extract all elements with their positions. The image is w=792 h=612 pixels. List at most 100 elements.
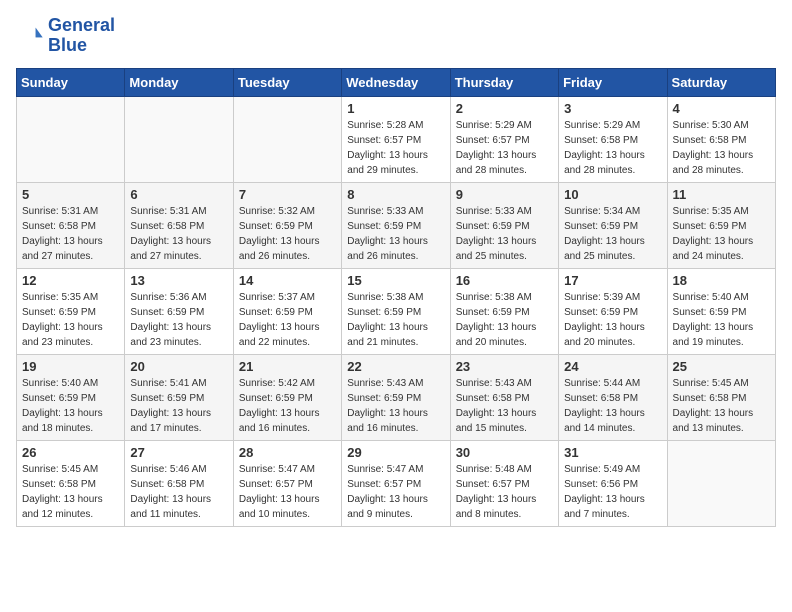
day-info: Sunrise: 5:46 AMSunset: 6:58 PMDaylight:… [130, 462, 227, 522]
day-info: Sunrise: 5:45 AMSunset: 6:58 PMDaylight:… [673, 376, 770, 436]
calendar-cell: 26Sunrise: 5:45 AMSunset: 6:58 PMDayligh… [17, 440, 125, 526]
day-info: Sunrise: 5:40 AMSunset: 6:59 PMDaylight:… [673, 290, 770, 350]
calendar-cell: 19 Sunrise: 5:40 AMSunset: 6:59 PMDayligh… [17, 354, 125, 440]
calendar-cell: 22 Sunrise: 5:43 AMSunset: 6:59 PMDayligh… [342, 354, 450, 440]
day-number: 17 [564, 273, 661, 288]
calendar-cell [17, 96, 125, 182]
calendar-cell [667, 440, 775, 526]
week-row-2: 5 Sunrise: 5:31 AMSunset: 6:58 PMDaylight… [17, 182, 776, 268]
logo: General Blue [16, 16, 115, 56]
calendar-cell: 1 Sunrise: 5:28 AMSunset: 6:57 PMDaylight… [342, 96, 450, 182]
calendar-cell: 7 Sunrise: 5:32 AMSunset: 6:59 PMDaylight… [233, 182, 341, 268]
day-number: 10 [564, 187, 661, 202]
week-row-3: 12 Sunrise: 5:35 AMSunset: 6:59 PMDayligh… [17, 268, 776, 354]
day-number: 30 [456, 445, 553, 460]
calendar-cell: 24Sunrise: 5:44 AMSunset: 6:58 PMDayligh… [559, 354, 667, 440]
header-tuesday: Tuesday [233, 68, 341, 96]
calendar-cell: 30 Sunrise: 5:48 AMSunset: 6:57 PMDayligh… [450, 440, 558, 526]
day-info: Sunrise: 5:41 AMSunset: 6:59 PMDaylight:… [130, 376, 227, 436]
calendar-table: SundayMondayTuesdayWednesdayThursdayFrid… [16, 68, 776, 527]
calendar-cell: 6 Sunrise: 5:31 AMSunset: 6:58 PMDaylight… [125, 182, 233, 268]
day-info: Sunrise: 5:31 AMSunset: 6:58 PMDaylight:… [130, 204, 227, 264]
day-number: 29 [347, 445, 444, 460]
calendar-cell: 14 Sunrise: 5:37 AMSunset: 6:59 PMDayligh… [233, 268, 341, 354]
day-info: Sunrise: 5:28 AMSunset: 6:57 PMDaylight:… [347, 118, 444, 178]
calendar-cell: 11Sunrise: 5:35 AMSunset: 6:59 PMDayligh… [667, 182, 775, 268]
calendar-cell: 20 Sunrise: 5:41 AMSunset: 6:59 PMDayligh… [125, 354, 233, 440]
day-number: 7 [239, 187, 336, 202]
calendar-cell: 3 Sunrise: 5:29 AMSunset: 6:58 PMDaylight… [559, 96, 667, 182]
calendar-cell: 28Sunrise: 5:47 AMSunset: 6:57 PMDayligh… [233, 440, 341, 526]
day-number: 19 [22, 359, 119, 374]
day-info: Sunrise: 5:37 AMSunset: 6:59 PMDaylight:… [239, 290, 336, 350]
day-number: 3 [564, 101, 661, 116]
calendar-cell: 21 Sunrise: 5:42 AMSunset: 6:59 PMDayligh… [233, 354, 341, 440]
day-info: Sunrise: 5:49 AMSunset: 6:56 PMDaylight:… [564, 462, 661, 522]
header-friday: Friday [559, 68, 667, 96]
calendar-cell: 8 Sunrise: 5:33 AMSunset: 6:59 PMDaylight… [342, 182, 450, 268]
day-info: Sunrise: 5:39 AMSunset: 6:59 PMDaylight:… [564, 290, 661, 350]
day-number: 6 [130, 187, 227, 202]
day-info: Sunrise: 5:48 AMSunset: 6:57 PMDaylight:… [456, 462, 553, 522]
calendar-cell: 15Sunrise: 5:38 AMSunset: 6:59 PMDayligh… [342, 268, 450, 354]
header-saturday: Saturday [667, 68, 775, 96]
day-info: Sunrise: 5:33 AMSunset: 6:59 PMDaylight:… [347, 204, 444, 264]
day-number: 23 [456, 359, 553, 374]
day-number: 2 [456, 101, 553, 116]
day-info: Sunrise: 5:42 AMSunset: 6:59 PMDaylight:… [239, 376, 336, 436]
day-number: 5 [22, 187, 119, 202]
calendar-cell: 27Sunrise: 5:46 AMSunset: 6:58 PMDayligh… [125, 440, 233, 526]
day-number: 31 [564, 445, 661, 460]
day-number: 15 [347, 273, 444, 288]
logo-icon [16, 22, 44, 50]
day-info: Sunrise: 5:43 AMSunset: 6:58 PMDaylight:… [456, 376, 553, 436]
calendar-cell: 18 Sunrise: 5:40 AMSunset: 6:59 PMDayligh… [667, 268, 775, 354]
calendar-cell: 9Sunrise: 5:33 AMSunset: 6:59 PMDaylight… [450, 182, 558, 268]
day-info: Sunrise: 5:29 AMSunset: 6:57 PMDaylight:… [456, 118, 553, 178]
logo-text-line2: Blue [48, 36, 115, 56]
day-number: 12 [22, 273, 119, 288]
header-wednesday: Wednesday [342, 68, 450, 96]
day-number: 24 [564, 359, 661, 374]
calendar-cell: 12 Sunrise: 5:35 AMSunset: 6:59 PMDayligh… [17, 268, 125, 354]
day-info: Sunrise: 5:32 AMSunset: 6:59 PMDaylight:… [239, 204, 336, 264]
day-number: 1 [347, 101, 444, 116]
calendar-cell: 13 Sunrise: 5:36 AMSunset: 6:59 PMDayligh… [125, 268, 233, 354]
calendar-cell: 4Sunrise: 5:30 AMSunset: 6:58 PMDaylight… [667, 96, 775, 182]
day-number: 16 [456, 273, 553, 288]
day-info: Sunrise: 5:34 AMSunset: 6:59 PMDaylight:… [564, 204, 661, 264]
day-info: Sunrise: 5:35 AMSunset: 6:59 PMDaylight:… [673, 204, 770, 264]
day-number: 25 [673, 359, 770, 374]
day-info: Sunrise: 5:31 AMSunset: 6:58 PMDaylight:… [22, 204, 119, 264]
week-row-4: 19 Sunrise: 5:40 AMSunset: 6:59 PMDayligh… [17, 354, 776, 440]
day-number: 22 [347, 359, 444, 374]
day-info: Sunrise: 5:36 AMSunset: 6:59 PMDaylight:… [130, 290, 227, 350]
calendar-cell: 2 Sunrise: 5:29 AMSunset: 6:57 PMDaylight… [450, 96, 558, 182]
day-number: 9 [456, 187, 553, 202]
day-number: 26 [22, 445, 119, 460]
logo-text-line1: General [48, 16, 115, 36]
day-number: 4 [673, 101, 770, 116]
day-info: Sunrise: 5:40 AMSunset: 6:59 PMDaylight:… [22, 376, 119, 436]
page-header: General Blue [16, 16, 776, 56]
calendar-cell [233, 96, 341, 182]
day-info: Sunrise: 5:29 AMSunset: 6:58 PMDaylight:… [564, 118, 661, 178]
week-row-5: 26Sunrise: 5:45 AMSunset: 6:58 PMDayligh… [17, 440, 776, 526]
day-info: Sunrise: 5:43 AMSunset: 6:59 PMDaylight:… [347, 376, 444, 436]
day-info: Sunrise: 5:35 AMSunset: 6:59 PMDaylight:… [22, 290, 119, 350]
header-monday: Monday [125, 68, 233, 96]
day-info: Sunrise: 5:38 AMSunset: 6:59 PMDaylight:… [456, 290, 553, 350]
calendar-cell: 23 Sunrise: 5:43 AMSunset: 6:58 PMDayligh… [450, 354, 558, 440]
day-number: 18 [673, 273, 770, 288]
header-sunday: Sunday [17, 68, 125, 96]
day-number: 21 [239, 359, 336, 374]
day-number: 13 [130, 273, 227, 288]
calendar-cell: 16 Sunrise: 5:38 AMSunset: 6:59 PMDayligh… [450, 268, 558, 354]
calendar-cell: 31 Sunrise: 5:49 AMSunset: 6:56 PMDayligh… [559, 440, 667, 526]
day-number: 20 [130, 359, 227, 374]
calendar-header-row: SundayMondayTuesdayWednesdayThursdayFrid… [17, 68, 776, 96]
day-number: 8 [347, 187, 444, 202]
calendar-cell: 25 Sunrise: 5:45 AMSunset: 6:58 PMDayligh… [667, 354, 775, 440]
day-number: 14 [239, 273, 336, 288]
calendar-cell: 17 Sunrise: 5:39 AMSunset: 6:59 PMDayligh… [559, 268, 667, 354]
